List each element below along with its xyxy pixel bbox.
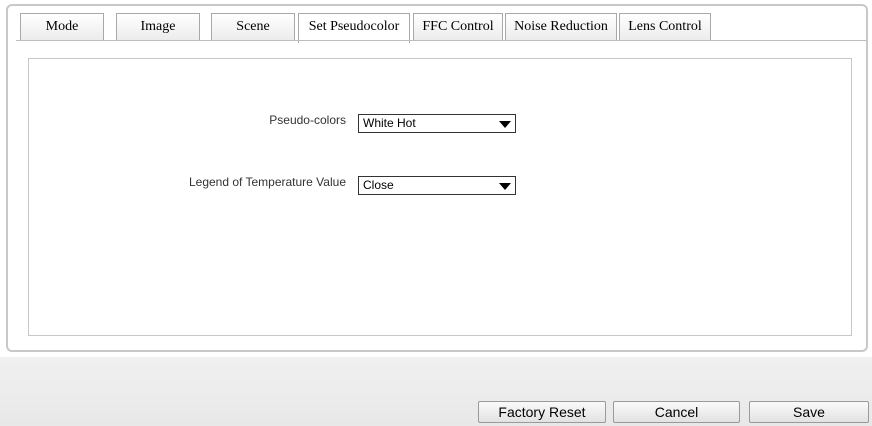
dropdown-arrow-icon [499, 183, 511, 190]
tab-scene[interactable]: Scene [211, 13, 295, 41]
pseudocolor-content: Pseudo-colors White Hot Legend of Temper… [28, 58, 852, 336]
legend-select[interactable]: Close [358, 176, 516, 195]
pseudo-colors-select[interactable]: White Hot [358, 114, 516, 133]
tab-mode[interactable]: Mode [20, 13, 104, 41]
pseudo-colors-value: White Hot [363, 116, 416, 130]
pseudo-colors-label: Pseudo-colors [269, 113, 346, 127]
cancel-button[interactable]: Cancel [613, 401, 740, 423]
legend-label: Legend of Temperature Value [188, 175, 346, 189]
save-button[interactable]: Save [749, 401, 869, 423]
tab-set-pseudocolor[interactable]: Set Pseudocolor [298, 13, 410, 43]
tab-noise-reduction[interactable]: Noise Reduction [505, 13, 617, 41]
legend-value: Close [363, 178, 394, 192]
tab-lens-control[interactable]: Lens Control [619, 13, 711, 41]
dropdown-arrow-icon [499, 121, 511, 128]
factory-reset-button[interactable]: Factory Reset [478, 401, 606, 423]
tab-ffc-control[interactable]: FFC Control [413, 13, 503, 41]
tab-divider [16, 40, 866, 41]
settings-panel: Mode Image Scene Set Pseudocolor FFC Con… [6, 4, 868, 352]
tab-image[interactable]: Image [116, 13, 200, 41]
bottom-toolbar-area [0, 357, 872, 426]
